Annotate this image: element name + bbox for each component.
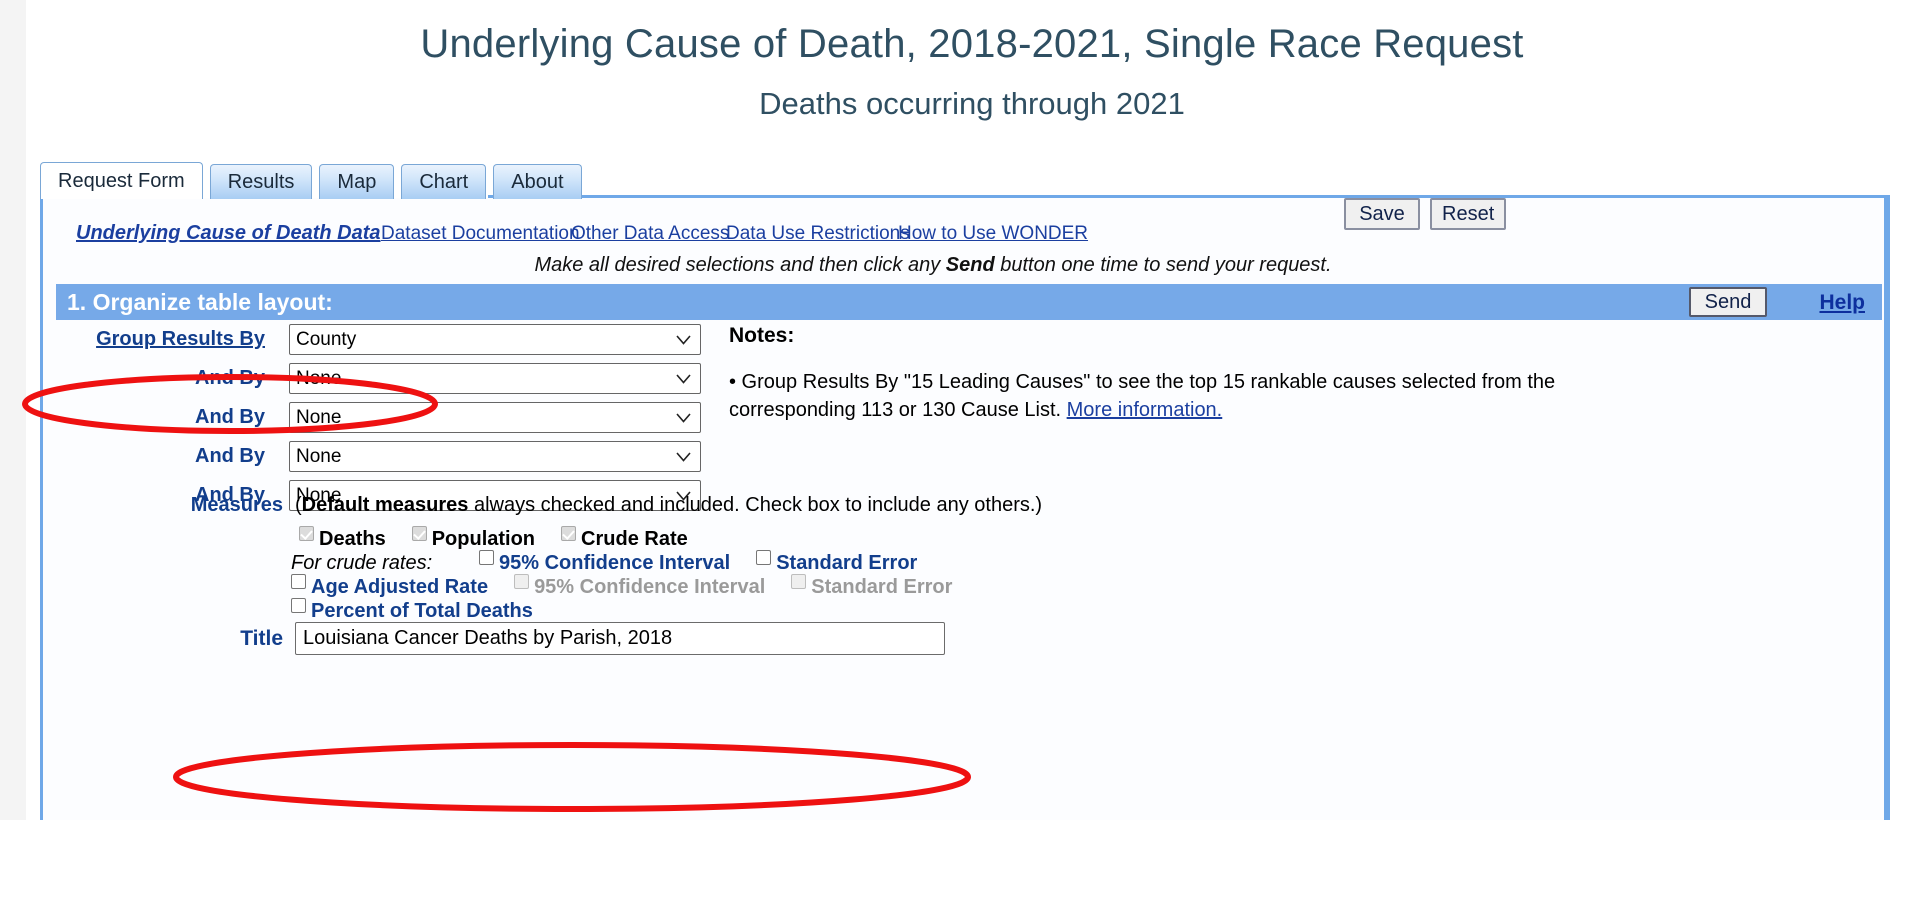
page-title: Underlying Cause of Death, 2018-2021, Si… [420,22,1524,66]
label-age-adjusted-rate: Age Adjusted Rate [311,575,489,598]
instruction-before: Make all desired selections and then cli… [534,254,946,276]
measures-row-default: Deaths Population Crude Rate [299,526,714,550]
label-percent-of-total-deaths: Percent of Total Deaths [311,599,533,622]
save-button[interactable]: Save [1344,198,1420,230]
measures-note-rest: always checked and included. Check box t… [468,494,1043,516]
title-row: Title [43,622,1043,656]
measures-note: (Default measures always checked and inc… [295,494,1042,517]
request-form-panel: Underlying Cause of Death Data Dataset Do… [40,195,1890,820]
dataset-nav-links: Underlying Cause of Death Data Dataset Do… [43,217,1884,257]
nav-link-3[interactable]: Data Use Restrictions [726,223,910,245]
measures-label: Measures [190,494,283,516]
nav-link-2[interactable]: Other Data Access [571,223,729,245]
group-select-value-3: None [296,446,342,467]
page-subtitle: Deaths occurring through 2021 [759,86,1185,121]
notes-body: • Group Results By "15 Leading Causes" t… [729,368,1569,425]
checkbox-deaths [299,526,314,541]
tab-request-form[interactable]: Request Form [40,162,203,199]
measures-row-crude-rates: For crude rates: 95% Confidence Interval S… [291,550,943,574]
measures-note-bold: Default measures [301,494,469,516]
checkbox-crude-rate [561,526,577,541]
group-select-1[interactable]: None [289,363,701,394]
checkbox-population [411,526,427,541]
page-header: Underlying Cause of Death, 2018-2021, Si… [26,0,1918,157]
and-by-label-1: And By [195,367,265,389]
tab-about[interactable]: About [493,164,582,199]
title-input[interactable] [295,622,945,655]
instruction-emphasis: Send [945,254,995,276]
nav-link-0[interactable]: Underlying Cause of Death Data [76,222,381,245]
and-by-label-3: And By [195,445,265,467]
checkbox-95-confidence-interval [514,574,530,589]
chevron-down-icon [676,325,691,354]
help-link[interactable]: Help [1819,291,1865,315]
chevron-down-icon [676,442,691,471]
notes-block: Notes: • Group Results By "15 Leading Ca… [729,324,1819,425]
group-select-0[interactable]: County [289,324,701,355]
and-by-label-2: And By [195,406,265,428]
instruction-text: Make all desired selections and then cli… [43,254,1823,277]
checkbox-standard-error[interactable] [756,550,772,565]
title-field-label: Title [240,627,283,650]
checkbox-age-adjusted-rate[interactable] [291,574,306,589]
group-select-2[interactable]: None [289,402,701,433]
measures-note-open: ( [295,494,302,516]
label-population: Population [431,527,536,550]
label-95-confidence-interval: 95% Confidence Interval [499,551,731,574]
label-95-confidence-interval: 95% Confidence Interval [534,575,766,598]
label-standard-error: Standard Error [776,551,918,574]
group-results-by-link[interactable]: Group Results By [5,328,265,351]
nav-link-4[interactable]: How to Use WONDER [898,223,1088,245]
label-deaths: Deaths [319,527,386,550]
reset-button[interactable]: Reset [1430,198,1507,230]
group-row-0: Group Results By County [43,324,701,356]
for-crude-rates-label: For crude rates: [291,551,433,574]
group-select-value-0: County [296,329,357,350]
checkbox-percent-of-total-deaths[interactable] [291,598,306,613]
tab-bar: Request Form Results Map Chart About [40,161,589,199]
chevron-down-icon [676,364,691,393]
measures-row-age-adjusted: Age Adjusted Rate 95% Confidence Interval… [291,574,978,598]
group-select-value-1: None [296,368,342,389]
instruction-after: button one time to send your request. [994,254,1332,276]
label-crude-rate: Crude Rate [581,527,688,550]
tab-results[interactable]: Results [209,164,313,199]
group-select-3[interactable]: None [289,441,701,472]
more-information-link[interactable]: More information. [1067,399,1223,421]
checkbox-standard-error [791,574,807,589]
group-row-3: And By None [43,441,701,473]
section-title: 1. Organize table layout: [67,289,333,315]
chevron-down-icon [676,403,691,432]
tab-map[interactable]: Map [319,164,395,199]
label-standard-error: Standard Error [811,575,953,598]
notes-title: Notes: [729,324,795,347]
group-select-value-2: None [296,407,342,428]
measures-row-percent-total: Percent of Total Deaths [291,598,559,622]
send-button[interactable]: Send [1689,287,1767,317]
group-row-1: And By None [43,363,701,395]
checkbox-95-confidence-interval[interactable] [479,550,494,565]
tab-chart[interactable]: Chart [401,164,487,199]
nav-link-1[interactable]: Dataset Documentation [381,223,580,245]
group-row-2: And By None [43,402,701,434]
section-header-bar: 1. Organize table layout: Send Help [56,284,1882,320]
group-results-rows: Group Results By County And By None And By No… [43,324,701,519]
wonder-page: Underlying Cause of Death, 2018-2021, Si… [0,0,1918,820]
